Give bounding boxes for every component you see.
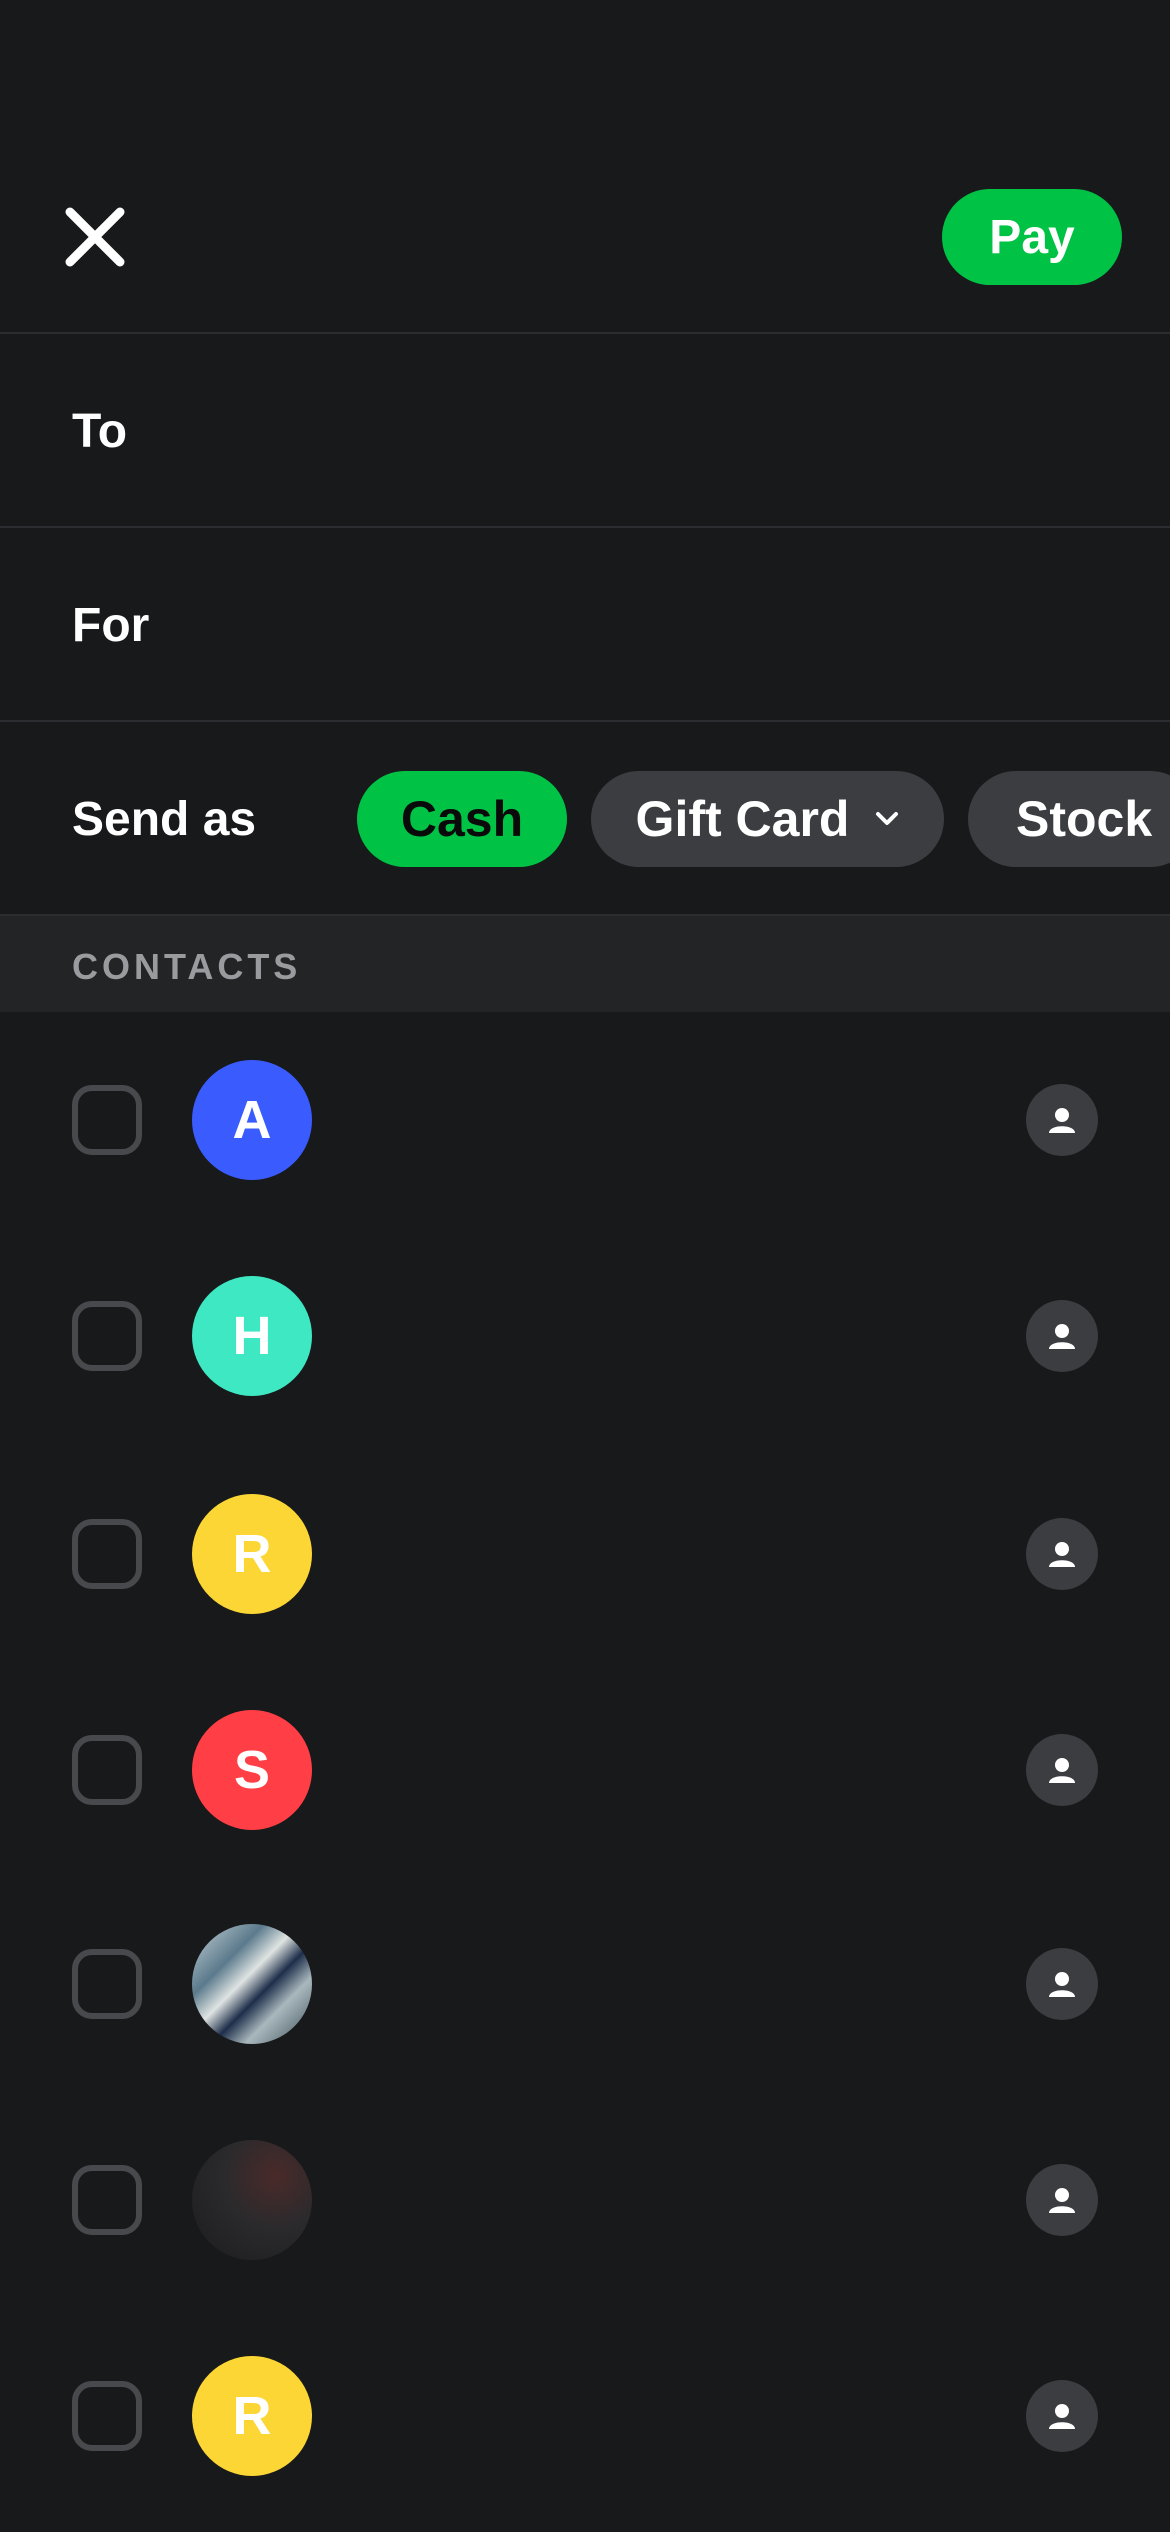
contact-row[interactable]: R — [0, 1446, 1170, 1662]
contact-profile-icon[interactable] — [1026, 1518, 1098, 1590]
contact-profile-icon[interactable] — [1026, 2164, 1098, 2236]
avatar-photo — [192, 1924, 312, 2044]
send-as-label: Send as — [72, 793, 257, 846]
contact-checkbox[interactable] — [72, 1519, 142, 1589]
top-bar: Pay — [0, 0, 1170, 333]
to-field[interactable]: To — [0, 334, 1170, 527]
contact-checkbox[interactable] — [72, 1301, 142, 1371]
contact-profile-icon[interactable] — [1026, 1948, 1098, 2020]
contact-profile-icon[interactable] — [1026, 1734, 1098, 1806]
contact-row[interactable]: R — [0, 2308, 1170, 2524]
chip-label: Stock — [1016, 791, 1153, 847]
close-icon[interactable] — [62, 204, 128, 270]
contacts-section-header: CONTACTS — [0, 916, 1170, 1012]
avatar: A — [192, 1060, 312, 1180]
for-label: For — [72, 599, 150, 652]
contact-row[interactable] — [0, 1876, 1170, 2092]
contact-profile-icon[interactable] — [1026, 1084, 1098, 1156]
chevron-down-icon — [875, 811, 899, 827]
avatar: R — [192, 2356, 312, 2476]
contact-checkbox[interactable] — [72, 1735, 142, 1805]
divider — [0, 720, 1170, 722]
contact-checkbox[interactable] — [72, 1085, 142, 1155]
contact-row[interactable]: H — [0, 1228, 1170, 1444]
avatar: R — [192, 1494, 312, 1614]
contact-row[interactable]: S — [0, 1662, 1170, 1878]
send-as-stock-chip[interactable]: Stock — [968, 771, 1170, 867]
contact-row[interactable]: A — [0, 1012, 1170, 1228]
contact-profile-icon[interactable] — [1026, 1300, 1098, 1372]
contact-checkbox[interactable] — [72, 2165, 142, 2235]
contact-checkbox[interactable] — [72, 2381, 142, 2451]
contacts-header-label: CONTACTS — [72, 946, 302, 987]
send-as-gift-card-chip[interactable]: Gift Card — [591, 771, 944, 867]
to-label: To — [72, 405, 128, 458]
contact-row[interactable] — [0, 2092, 1170, 2308]
chip-label: Cash — [400, 791, 524, 847]
avatar-photo — [192, 2140, 312, 2260]
chip-label: Gift Card — [635, 791, 850, 847]
pay-button[interactable]: Pay — [942, 189, 1122, 285]
for-field[interactable]: For — [0, 528, 1170, 721]
send-as-cash-chip[interactable]: Cash — [357, 771, 567, 867]
avatar: S — [192, 1710, 312, 1830]
contact-profile-icon[interactable] — [1026, 2380, 1098, 2452]
contact-checkbox[interactable] — [72, 1949, 142, 2019]
avatar: H — [192, 1276, 312, 1396]
